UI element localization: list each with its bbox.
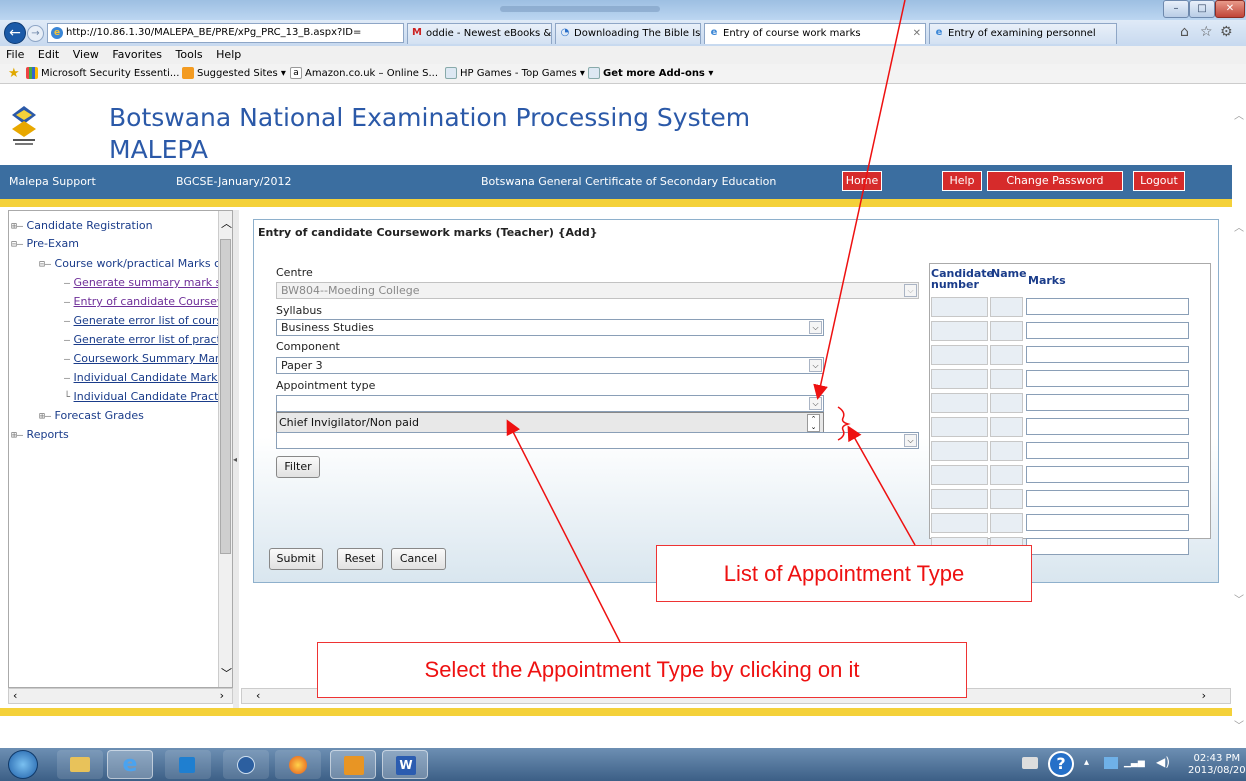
brace-icon: [837, 406, 851, 441]
windows-taskbar: e W ? ▴ ▁▃▅ ◀): [0, 748, 1246, 781]
media-player-icon[interactable]: [165, 750, 211, 779]
signal-icon[interactable]: ▁▃▅: [1124, 758, 1145, 768]
outlook-icon[interactable]: [330, 750, 376, 779]
show-hidden-icons[interactable]: ▴: [1084, 757, 1089, 768]
arrow-to-list: [847, 425, 916, 546]
clock-date: 2013/08/20: [1188, 765, 1246, 776]
clock-time: 02:43 PM: [1193, 753, 1241, 764]
keyboard-icon[interactable]: [1022, 757, 1038, 769]
system-clock[interactable]: 02:43 PM 2013/08/20: [1188, 753, 1246, 777]
start-button-icon[interactable]: [8, 750, 38, 779]
arrow-to-dropdown-button: [813, 0, 906, 400]
volume-icon[interactable]: ◀): [1156, 755, 1170, 769]
word-icon[interactable]: W: [382, 750, 428, 779]
explorer-icon[interactable]: [57, 750, 103, 779]
annotation-arrows: [506, 0, 916, 643]
arrow-to-option: [506, 419, 621, 643]
firefox-icon[interactable]: [275, 750, 321, 779]
help-icon[interactable]: ?: [1048, 751, 1074, 777]
network-icon[interactable]: [1104, 757, 1118, 769]
hp-icon[interactable]: [223, 750, 269, 779]
internet-explorer-icon[interactable]: e: [107, 750, 153, 779]
